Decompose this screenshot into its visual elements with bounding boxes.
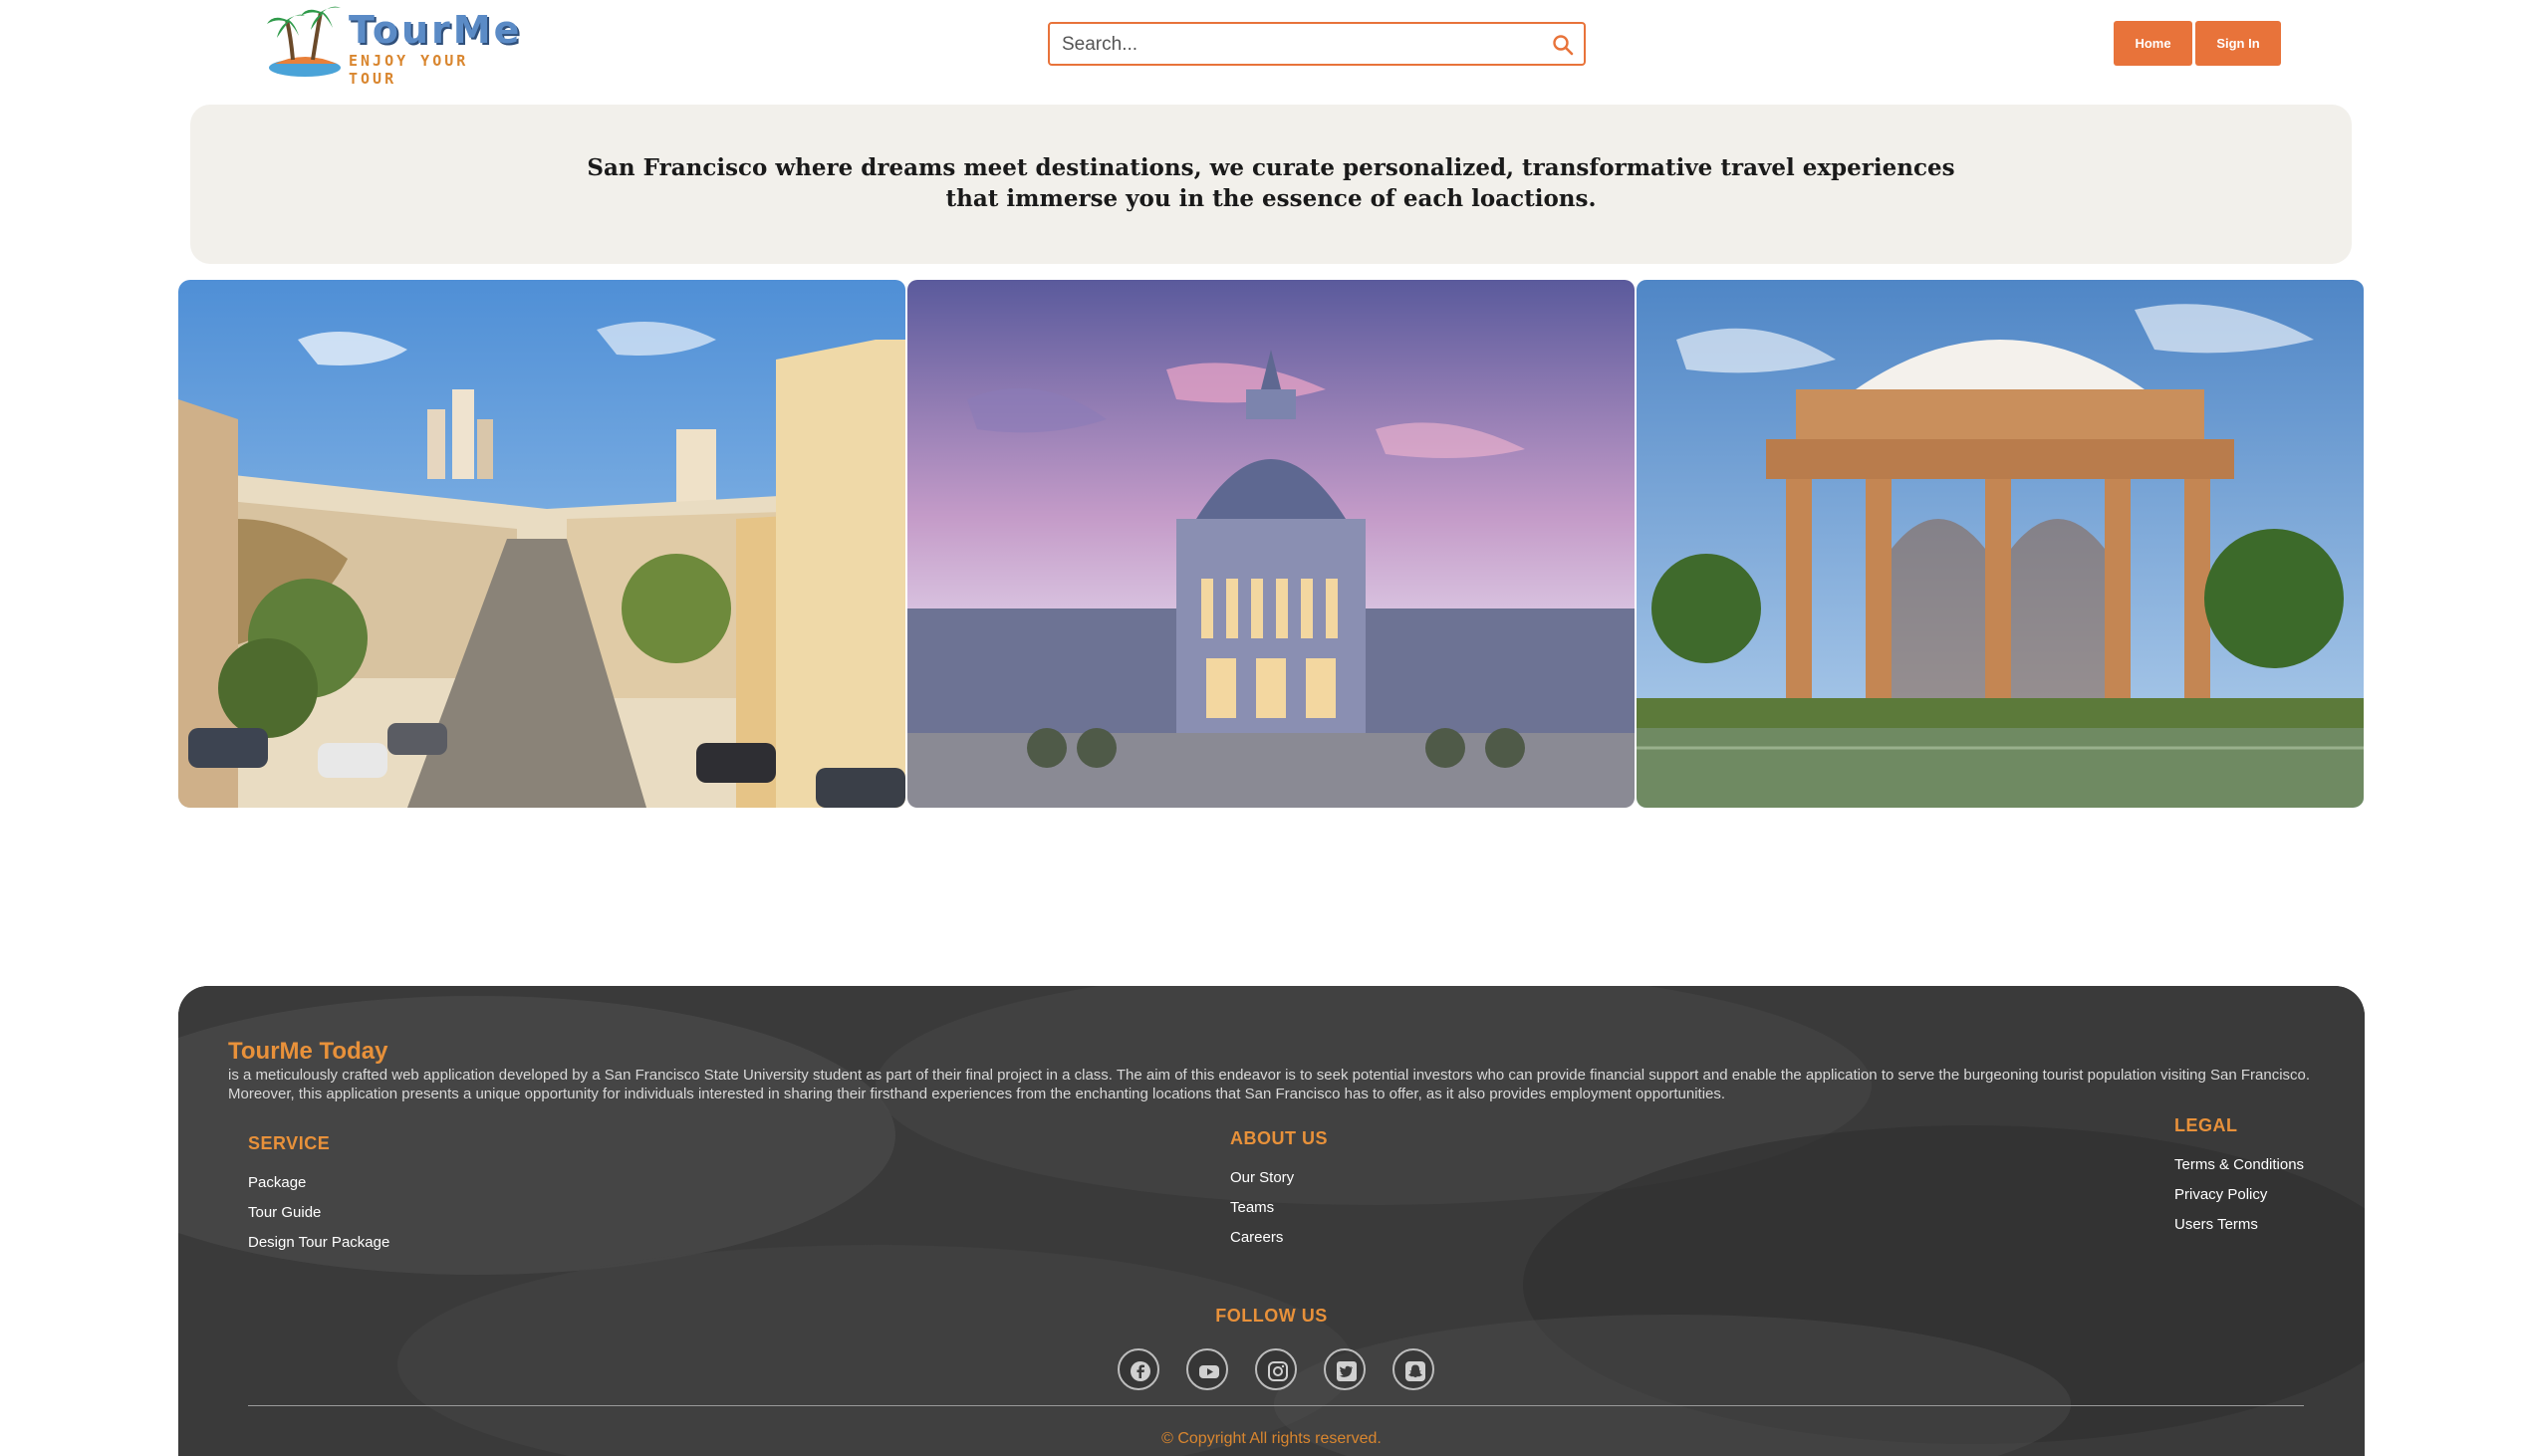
search-input[interactable] [1060, 30, 1542, 60]
footer-about-column: ABOUT US Our Story Teams Careers [1230, 1128, 1328, 1259]
about-heading: ABOUT US [1230, 1128, 1328, 1148]
footer-title: TourMe Today [228, 1038, 388, 1065]
footer-link-our-story[interactable]: Our Story [1230, 1169, 1328, 1186]
snapchat-icon[interactable] [1392, 1348, 1434, 1390]
legal-heading: LEGAL [2174, 1115, 2238, 1135]
footer-link-package[interactable]: Package [248, 1174, 389, 1191]
footer-link-tour-guide[interactable]: Tour Guide [248, 1204, 389, 1221]
logo-palm-island-icon [267, 6, 341, 77]
instagram-icon[interactable] [1255, 1348, 1297, 1390]
street-hill-photo[interactable] [178, 280, 905, 808]
follow-us-heading: FOLLOW US [1215, 1306, 1328, 1326]
hero-text: San Francisco where dreams meet destinat… [587, 154, 1955, 212]
twitter-icon[interactable] [1324, 1348, 1366, 1390]
sign-in-button[interactable]: Sign In [2195, 21, 2281, 66]
search-icon[interactable] [1552, 34, 1574, 56]
footer-service-column: SERVICE Package Tour Guide Design Tour P… [248, 1133, 389, 1264]
site-footer: TourMe Today is a meticulously crafted w… [178, 986, 2365, 1456]
footer-link-users-terms[interactable]: Users Terms [2174, 1216, 2304, 1233]
photo-gallery [178, 280, 2365, 808]
city-hall-photo[interactable] [907, 280, 1635, 808]
footer-link-design-tour-package[interactable]: Design Tour Package [248, 1234, 389, 1251]
footer-divider [248, 1405, 2304, 1406]
social-links [1118, 1348, 1436, 1394]
facebook-icon[interactable] [1118, 1348, 1159, 1390]
logo[interactable]: TourMe ENJOY YOUR TOUR [265, 2, 519, 88]
hero-banner: San Francisco where dreams meet destinat… [190, 105, 2352, 264]
search-bar [1048, 22, 1586, 66]
footer-link-privacy-policy[interactable]: Privacy Policy [2174, 1186, 2304, 1203]
copyright-text: © Copyright All rights reserved. [1161, 1430, 1382, 1447]
footer-description: is a meticulously crafted web applicatio… [228, 1067, 2311, 1102]
home-button[interactable]: Home [2114, 21, 2192, 66]
footer-link-terms-conditions[interactable]: Terms & Conditions [2174, 1156, 2304, 1173]
service-heading: SERVICE [248, 1133, 331, 1153]
brand-name: TourMe [349, 8, 523, 52]
footer-link-teams[interactable]: Teams [1230, 1199, 1328, 1216]
brand-tagline: ENJOY YOUR TOUR [349, 52, 469, 88]
footer-link-careers[interactable]: Careers [1230, 1229, 1328, 1246]
footer-legal-column: LEGAL Terms & Conditions Privacy Policy … [2174, 1115, 2304, 1246]
palace-of-fine-arts-photo[interactable] [1637, 280, 2364, 808]
youtube-icon[interactable] [1186, 1348, 1228, 1390]
